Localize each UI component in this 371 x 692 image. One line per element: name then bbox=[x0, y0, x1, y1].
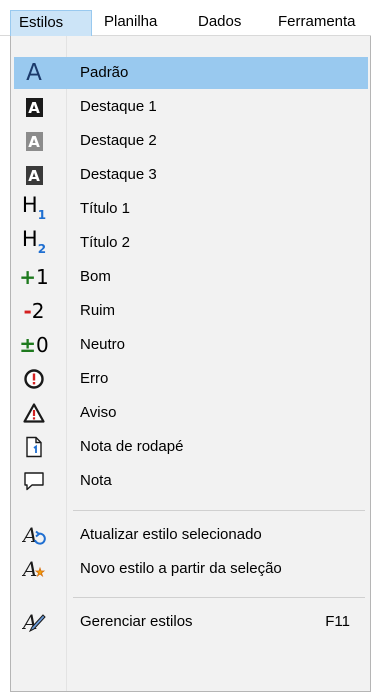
menu-item-ruim[interactable]: -2 Ruim bbox=[14, 295, 368, 327]
menu-item-destaque-1[interactable]: A Destaque 1 bbox=[14, 91, 368, 123]
heading2-icon: H2 bbox=[21, 226, 47, 257]
footnote-page-icon bbox=[20, 435, 48, 459]
menu-item-titulo-2[interactable]: H2 Título 2 bbox=[14, 227, 368, 259]
menu-item-gerenciar-estilos[interactable]: A Gerenciar estilos F11 bbox=[14, 606, 368, 638]
menu-planilha[interactable]: Planilha bbox=[96, 10, 165, 36]
accent1-style-icon: A bbox=[20, 95, 48, 119]
menu-item-label: Destaque 2 bbox=[80, 132, 157, 149]
error-icon bbox=[20, 367, 48, 391]
menu-item-destaque-3[interactable]: A Destaque 3 bbox=[14, 159, 368, 191]
menu-item-label: Padrão bbox=[80, 64, 129, 81]
menu-item-neutro[interactable]: ±0 Neutro bbox=[14, 329, 368, 361]
comment-icon bbox=[20, 469, 48, 493]
menu-item-nota[interactable]: Nota bbox=[14, 465, 368, 497]
menu-item-label: Nota bbox=[80, 472, 112, 489]
default-style-icon: A bbox=[26, 60, 42, 86]
menu-item-label: Nota de rodapé bbox=[80, 438, 184, 455]
update-style-icon: A bbox=[20, 523, 48, 547]
menu-item-erro[interactable]: Erro bbox=[14, 363, 368, 395]
menu-item-label: Novo estilo a partir da seleção bbox=[80, 560, 282, 577]
heading1-icon: H1 bbox=[21, 192, 47, 223]
svg-text:A: A bbox=[22, 610, 37, 634]
good-icon: +1 bbox=[19, 265, 49, 289]
menu-estilos[interactable]: Estilos bbox=[10, 10, 92, 36]
new-style-icon: A bbox=[20, 557, 48, 581]
menu-separator bbox=[73, 510, 365, 511]
menu-item-novo-estilo[interactable]: A Novo estilo a partir da seleção bbox=[14, 553, 368, 585]
estilos-dropdown: A Padrão A Destaque 1 A Destaque 2 A Des… bbox=[10, 36, 371, 692]
accent2-style-icon: A bbox=[20, 129, 48, 153]
menu-item-label: Ruim bbox=[80, 302, 116, 319]
menu-item-label: Bom bbox=[80, 268, 111, 285]
menu-item-padrao[interactable]: A Padrão bbox=[14, 57, 368, 89]
menu-item-label: Destaque 1 bbox=[80, 98, 157, 115]
menu-item-label: Aviso bbox=[80, 404, 117, 421]
warning-icon bbox=[20, 401, 48, 425]
menu-item-aviso[interactable]: Aviso bbox=[14, 397, 368, 429]
menu-item-label: Destaque 3 bbox=[80, 166, 157, 183]
menu-item-titulo-1[interactable]: H1 Título 1 bbox=[14, 193, 368, 225]
manage-styles-icon: A bbox=[20, 610, 48, 634]
menu-item-shortcut: F11 bbox=[325, 613, 350, 630]
menu-bar: Estilos Planilha Dados Ferramenta bbox=[0, 0, 371, 36]
menu-item-bom[interactable]: +1 Bom bbox=[14, 261, 368, 293]
menu-separator bbox=[73, 597, 365, 598]
menu-item-label: Título 2 bbox=[80, 234, 131, 251]
svg-text:A: A bbox=[22, 523, 37, 547]
menu-item-label: Título 1 bbox=[80, 200, 131, 217]
menu-item-label: Gerenciar estilos bbox=[80, 613, 193, 630]
menu-item-label: Neutro bbox=[80, 336, 126, 353]
menu-item-nota-de-rodape[interactable]: Nota de rodapé bbox=[14, 431, 368, 463]
menu-item-atualizar-estilo[interactable]: A Atualizar estilo selecionado bbox=[14, 519, 368, 551]
menu-item-destaque-2[interactable]: A Destaque 2 bbox=[14, 125, 368, 157]
menu-ferramentas[interactable]: Ferramenta bbox=[270, 10, 364, 36]
accent3-style-icon: A bbox=[20, 163, 48, 187]
bad-icon: -2 bbox=[23, 299, 45, 323]
neutral-icon: ±0 bbox=[19, 333, 49, 357]
svg-text:A: A bbox=[22, 557, 37, 581]
menu-item-label: Atualizar estilo selecionado bbox=[80, 526, 262, 543]
menu-dados[interactable]: Dados bbox=[190, 10, 249, 36]
menu-item-label: Erro bbox=[80, 370, 109, 387]
